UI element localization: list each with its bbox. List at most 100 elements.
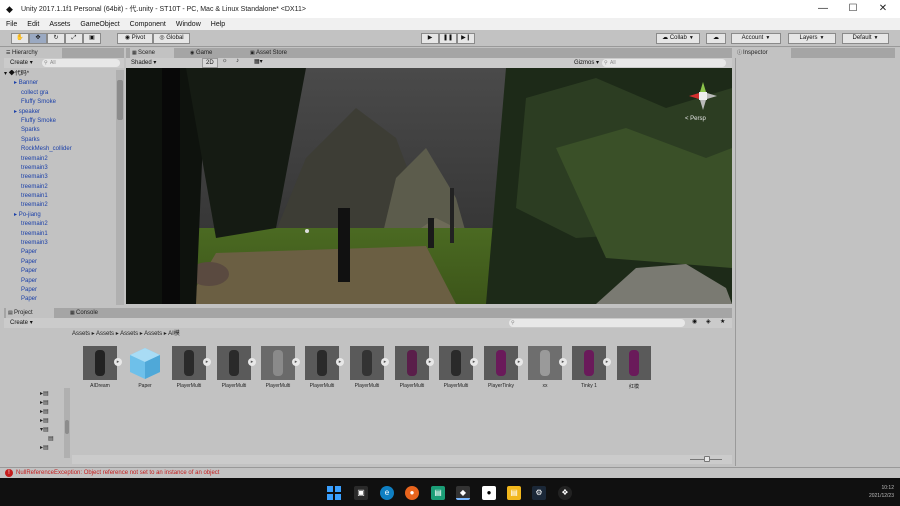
hierarchy-item[interactable]: collect gra [4, 89, 114, 98]
folder-tree-item[interactable]: ▸▤ [40, 390, 54, 399]
hierarchy-item[interactable]: treemain3 [4, 164, 114, 173]
project-create-button[interactable]: Create ▾ [10, 319, 33, 326]
account-dropdown[interactable]: Account ▼ [731, 33, 781, 44]
breadcrumb-item[interactable]: AI模 [168, 331, 180, 337]
scene-viewport[interactable]: < Persp [126, 68, 732, 304]
unity-taskbar-button[interactable]: ◆ [456, 486, 470, 500]
scene-search-input[interactable]: ⚲ All [602, 59, 726, 67]
filter-label-button[interactable]: ◈ [706, 318, 711, 325]
pivot-toggle[interactable]: ◉ Pivot [117, 33, 153, 44]
hierarchy-item[interactable]: treemain2 [4, 220, 114, 229]
audio-toggle[interactable]: ♪ [236, 58, 239, 64]
breadcrumb-item[interactable]: Assets [144, 331, 162, 337]
hierarchy-scene-root[interactable]: ▾ ◆代码* [4, 70, 114, 79]
asset-item[interactable]: ▸ PlayerMulti [345, 346, 389, 389]
tab-console[interactable]: ▦ Console [68, 308, 116, 318]
hierarchy-item[interactable]: treemain2 [4, 201, 114, 210]
asset-item[interactable]: Paper [123, 346, 167, 389]
asset-item[interactable]: ▸ AIDream [78, 346, 122, 389]
asset-item[interactable]: ▸ PlayerTinky [479, 346, 523, 389]
filter-type-button[interactable]: ◉ [692, 318, 697, 325]
hierarchy-item[interactable]: Sparks [4, 126, 114, 135]
folder-tree-scroll-thumb[interactable] [65, 420, 69, 434]
hierarchy-scroll-thumb[interactable] [117, 80, 123, 120]
menu-window[interactable]: Window [176, 21, 201, 28]
rotate-tool-button[interactable]: ↻ [47, 33, 65, 44]
global-toggle[interactable]: ◎ Global [153, 33, 190, 44]
hierarchy-item[interactable]: RockMesh_collider [4, 145, 114, 154]
breadcrumb-item[interactable]: Assets [96, 331, 114, 337]
tab-hierarchy[interactable]: ☰ Hierarchy [4, 48, 62, 58]
asset-item[interactable]: ▸ PlayerMulti [212, 346, 256, 389]
hierarchy-item[interactable]: Fluffy Smoke [4, 117, 114, 126]
minimize-button[interactable]: — [808, 0, 838, 18]
tab-game[interactable]: ◉ Game [188, 48, 228, 58]
project-search-input[interactable]: ⚲ [509, 319, 685, 327]
close-button[interactable]: ✕ [868, 0, 898, 18]
windows-start-button[interactable] [327, 486, 341, 500]
hierarchy-item[interactable]: ▸ Banner [4, 79, 114, 88]
scale-tool-button[interactable]: ⤢ [65, 33, 83, 44]
unity-hub-button[interactable]: ❖ [558, 486, 572, 500]
asset-item[interactable]: 红模 [612, 346, 656, 390]
hierarchy-item[interactable]: Fluffy Smoke [4, 98, 114, 107]
tab-project[interactable]: ▤ Project [6, 308, 54, 318]
hierarchy-item[interactable]: Paper [4, 295, 114, 304]
hierarchy-item[interactable]: treemain2 [4, 155, 114, 164]
edge-button[interactable]: e [380, 486, 394, 500]
asset-item[interactable]: ▸ PlayerMulti [434, 346, 478, 389]
menu-component[interactable]: Component [130, 21, 166, 28]
asset-item[interactable]: ▸ PlayerMulti [300, 346, 344, 389]
hierarchy-item[interactable]: Paper [4, 258, 114, 267]
folder-tree-item[interactable]: ▤ [40, 435, 54, 444]
hierarchy-item[interactable]: ▸ speaker [4, 108, 114, 117]
folder-tree-item[interactable]: ▸▤ [40, 417, 54, 426]
effects-dropdown[interactable]: ▦▾ [254, 58, 263, 65]
hierarchy-item[interactable]: treemain2 [4, 183, 114, 192]
folder-tree-item[interactable]: ▸▤ [40, 399, 54, 408]
asset-item[interactable]: ▸ xx [523, 346, 567, 389]
hierarchy-item[interactable]: treemain3 [4, 173, 114, 182]
folder-tree-item[interactable]: ▸▤ [40, 444, 54, 453]
hierarchy-item[interactable]: ▸ Po-jiang [4, 211, 114, 220]
hierarchy-item[interactable]: treemain1 [4, 230, 114, 239]
gizmos-dropdown[interactable]: Gizmos ▾ [574, 59, 599, 66]
system-clock[interactable]: 10:12 2021/12/23 [838, 484, 894, 500]
breadcrumb-item[interactable]: Assets [72, 331, 90, 337]
zoom-slider-handle[interactable] [704, 456, 710, 462]
hierarchy-scrollbar[interactable] [116, 70, 124, 305]
lighting-toggle[interactable]: ☼ [222, 58, 228, 64]
tab-asset-store[interactable]: ▣ Asset Store [248, 48, 302, 58]
hierarchy-item[interactable]: Paper [4, 286, 114, 295]
breadcrumb-item[interactable]: Assets [120, 331, 138, 337]
rect-tool-button[interactable]: ▣ [83, 33, 101, 44]
services-button[interactable]: ☁ [706, 33, 726, 44]
folder-tree-item[interactable]: ▸▤ [40, 408, 54, 417]
hierarchy-item[interactable]: Sparks [4, 136, 114, 145]
maximize-button[interactable]: ☐ [838, 0, 868, 18]
menu-gameobject[interactable]: GameObject [80, 21, 119, 28]
asset-item[interactable]: ▸ PlayerMulti [167, 346, 211, 389]
pause-button[interactable]: ❚❚ [439, 33, 457, 44]
firefox-button[interactable]: ● [405, 486, 419, 500]
shading-mode-dropdown[interactable]: Shaded ▾ [131, 59, 156, 66]
hierarchy-create-button[interactable]: Create ▾ [10, 59, 33, 66]
scene-gizmo[interactable]: < Persp [681, 76, 725, 128]
asset-item[interactable]: ▸ PlayerMulti [390, 346, 434, 389]
tab-scene[interactable]: ▦ Scene [130, 48, 174, 58]
task-view-button[interactable]: ▣ [354, 486, 368, 500]
asset-item[interactable]: ▸ PlayerMulti [256, 346, 300, 389]
steam-button[interactable]: ⚙ [532, 486, 546, 500]
hand-tool-button[interactable]: ✋ [11, 33, 29, 44]
asset-item[interactable]: ▸ Tinky 1 [567, 346, 611, 389]
play-button[interactable]: ▶ [421, 33, 439, 44]
layers-dropdown[interactable]: Layers ▼ [788, 33, 836, 44]
qq-button[interactable]: ● [482, 486, 496, 500]
star-button[interactable]: ★ [720, 318, 725, 325]
folder-tree-item[interactable]: ▾▤ [40, 426, 54, 435]
hierarchy-search-input[interactable]: ⚲ All [42, 59, 120, 67]
app-button[interactable]: ▤ [431, 486, 445, 500]
hierarchy-item[interactable]: Paper [4, 277, 114, 286]
tab-inspector[interactable]: ⓘ Inspector [735, 48, 791, 58]
collab-dropdown[interactable]: ☁ Collab ▼ [656, 33, 700, 44]
